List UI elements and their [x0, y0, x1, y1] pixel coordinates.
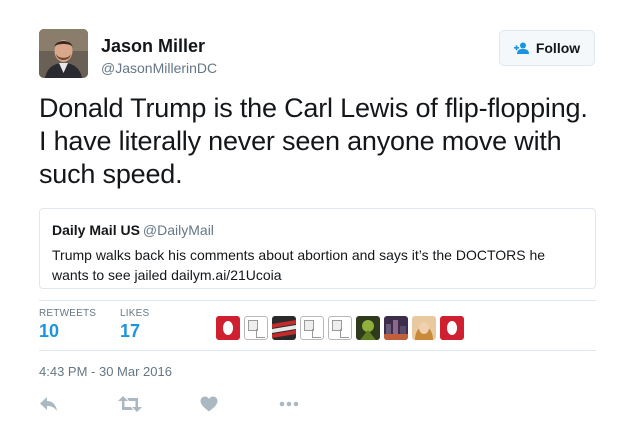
more-icon [279, 401, 299, 407]
timestamp[interactable]: 4:43 PM - 30 Mar 2016 [39, 364, 172, 379]
quoted-tweet[interactable]: Daily Mail US @DailyMail Trump walks back… [39, 208, 596, 289]
liker-avatar[interactable] [384, 316, 408, 340]
liker-avatar[interactable] [300, 316, 324, 340]
author-handle[interactable]: @JasonMillerinDC [101, 60, 217, 76]
more-button[interactable] [279, 393, 299, 415]
likes-label: LIKES [120, 308, 150, 319]
like-icon [200, 396, 218, 412]
follow-button[interactable]: Follow [499, 30, 595, 66]
author-name[interactable]: Jason Miller [101, 36, 205, 57]
tweet-text: Donald Trump is the Carl Lewis of flip-f… [39, 93, 588, 189]
liker-avatar[interactable] [216, 316, 240, 340]
quoted-tweet-header: Daily Mail US @DailyMail [52, 222, 214, 238]
like-button[interactable] [200, 393, 218, 415]
reply-button[interactable] [39, 393, 59, 415]
reply-icon [40, 397, 57, 411]
divider [39, 350, 596, 351]
quoted-tweet-text: Trump walks back his comments about abor… [52, 247, 546, 283]
liker-avatar[interactable] [272, 316, 296, 340]
retweet-icon [118, 396, 142, 412]
liker-avatar[interactable] [244, 316, 268, 340]
retweet-button[interactable] [118, 393, 142, 415]
liker-avatar[interactable] [412, 316, 436, 340]
liker-avatar[interactable] [356, 316, 380, 340]
liker-avatar[interactable] [440, 316, 464, 340]
liker-avatar[interactable] [328, 316, 352, 340]
retweets-count[interactable]: 10 [39, 321, 59, 342]
quoted-author-name: Daily Mail US [52, 222, 140, 238]
divider [39, 300, 596, 301]
liker-avatars [216, 316, 468, 340]
avatar[interactable] [39, 29, 88, 78]
likes-count[interactable]: 17 [120, 321, 140, 342]
quoted-author-handle: @DailyMail [142, 222, 214, 238]
profile-photo [39, 29, 88, 78]
add-user-icon [513, 42, 530, 54]
follow-label: Follow [535, 40, 581, 56]
retweets-label: RETWEETS [39, 308, 97, 319]
